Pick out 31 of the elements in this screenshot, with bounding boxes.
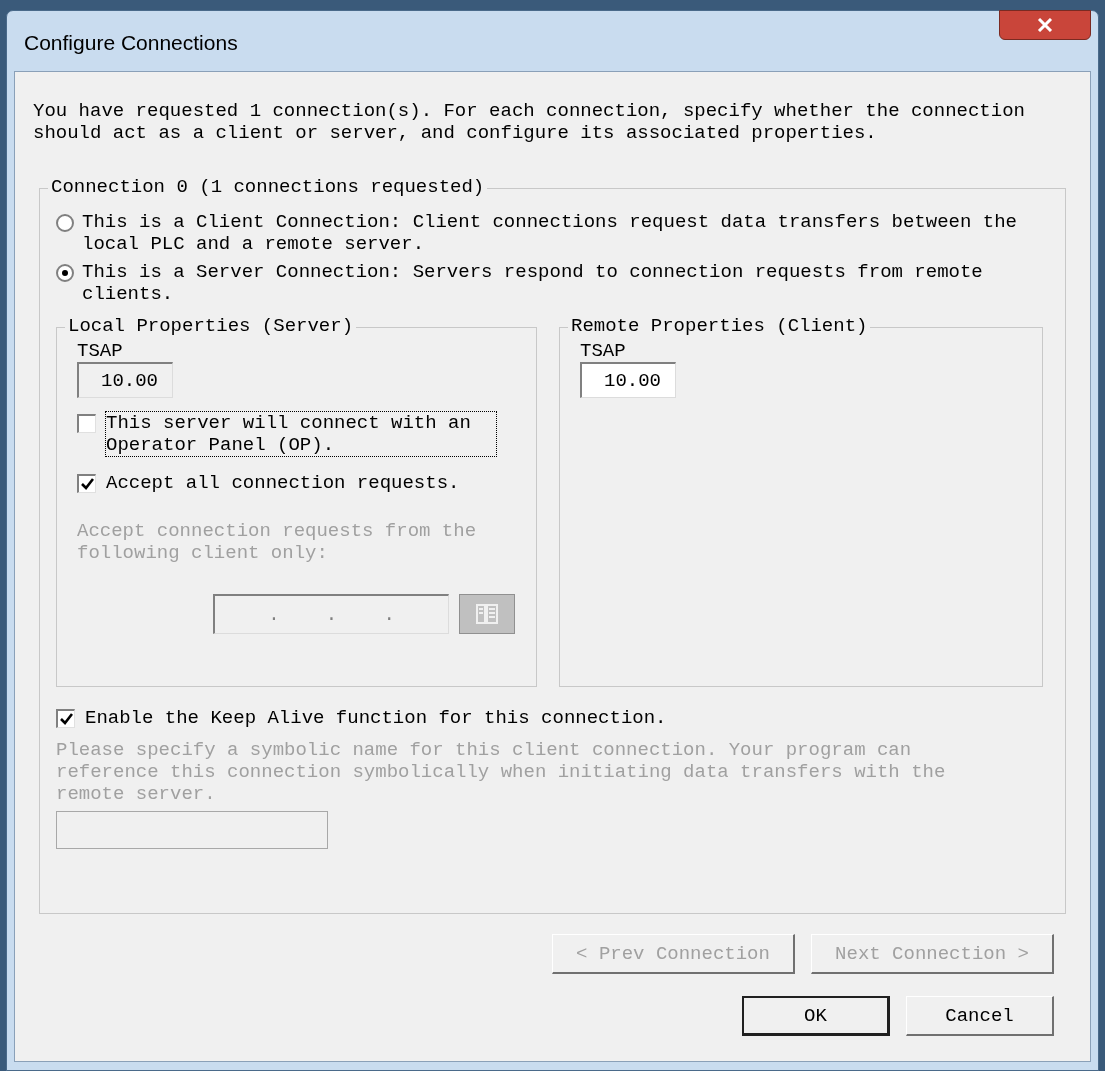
close-button[interactable]: [999, 10, 1091, 40]
checkbox[interactable]: [77, 414, 96, 433]
close-icon: [1037, 18, 1053, 32]
ip-address-field[interactable]: . . .: [213, 594, 449, 634]
field-label: TSAP: [77, 340, 124, 362]
checkbox-label[interactable]: Accept all connection requests.: [106, 472, 496, 494]
dialog-button[interactable]: Cancel: [906, 996, 1054, 1036]
address-book-icon: [474, 603, 500, 625]
checkbox[interactable]: [56, 709, 75, 728]
tsap-field[interactable]: 10.00: [580, 362, 676, 398]
checkbox[interactable]: [77, 474, 96, 493]
symbolic-name-text: Please specify a symbolic name for this client connection. Your program can reference this connection symbolically when initiating data transfers with the remote server.: [56, 739, 947, 805]
radio-button[interactable]: [56, 214, 74, 232]
checkbox-label[interactable]: This server will connect with an Operator Panel (OP).: [106, 412, 496, 456]
client-only-text: Accept connection requests from the following client only:: [77, 520, 478, 564]
field-label: TSAP: [580, 340, 627, 362]
dialog-button[interactable]: OK: [742, 996, 890, 1036]
radio-label[interactable]: This is a Server Connection: Servers respond to connection requests from remote clients.: [82, 261, 1042, 305]
radio-button[interactable]: [56, 264, 74, 282]
intro-text: You have requested 1 connection(s). For each connection, specify whether the connection should act as a client or server, and configure its associated properties.: [33, 100, 1026, 144]
browse-button[interactable]: [459, 594, 515, 634]
checkmark-icon: [80, 478, 94, 490]
checkbox-label[interactable]: Enable the Keep Alive function for this connection.: [85, 707, 667, 729]
window-title: Configure Connections: [23, 30, 238, 54]
radio-label[interactable]: This is a Client Connection: Client connections request data transfers between the local PLC and a remote server.: [82, 211, 1042, 255]
symbolic-name-field[interactable]: [56, 811, 328, 849]
group-title: Local Properties (Server): [65, 315, 357, 337]
tsap-field[interactable]: 10.00: [77, 362, 173, 398]
checkmark-icon: [59, 713, 73, 725]
group-title: Remote Properties (Client): [568, 315, 871, 337]
group-title: Connection 0 (1 connections requested): [48, 176, 488, 198]
